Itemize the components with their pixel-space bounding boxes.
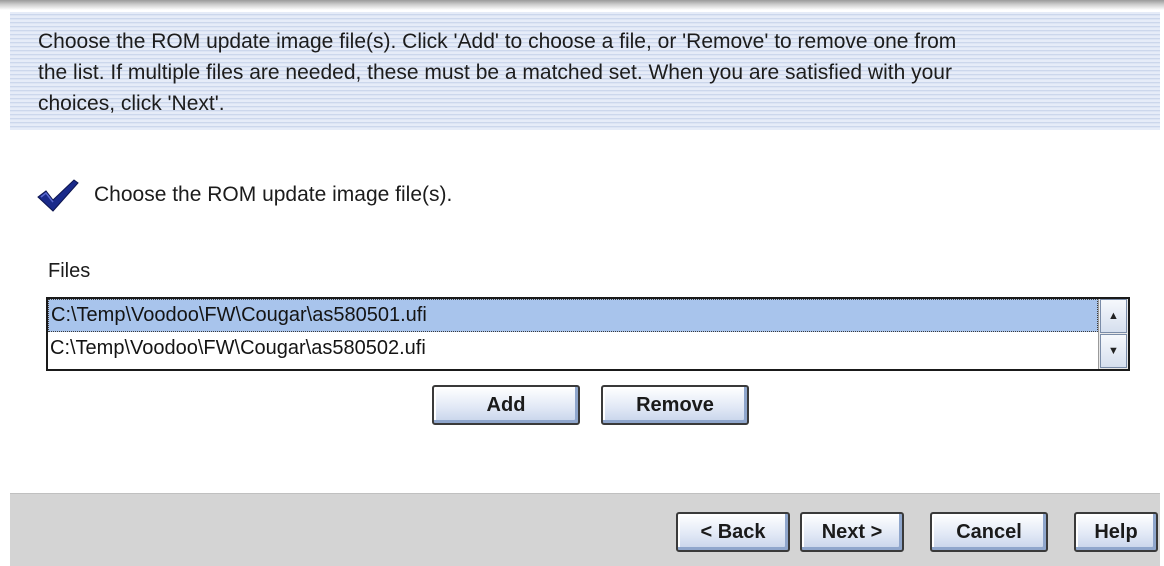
instructions-line-3: choices, click 'Next'. bbox=[38, 92, 225, 115]
step-label: Choose the ROM update image file(s). bbox=[94, 183, 453, 206]
remove-button[interactable]: Remove bbox=[601, 385, 749, 425]
instructions-line-1: Choose the ROM update image file(s). Cli… bbox=[38, 30, 957, 53]
file-list-item[interactable]: C:\Temp\Voodoo\FW\Cougar\as580501.ufi bbox=[48, 299, 1098, 332]
back-button[interactable]: < Back bbox=[676, 512, 790, 552]
scroll-down-button[interactable]: ▼ bbox=[1100, 334, 1127, 368]
next-button[interactable]: Next > bbox=[800, 512, 904, 552]
step-row: Choose the ROM update image file(s). bbox=[36, 175, 452, 215]
file-list[interactable]: C:\Temp\Voodoo\FW\Cougar\as580501.ufi C:… bbox=[46, 297, 1130, 371]
instructions-panel: Choose the ROM update image file(s). Cli… bbox=[10, 12, 1160, 130]
files-label: Files bbox=[48, 260, 91, 282]
cancel-button[interactable]: Cancel bbox=[930, 512, 1048, 552]
file-list-scrollbar[interactable]: ▲ ▼ bbox=[1098, 299, 1128, 369]
add-button[interactable]: Add bbox=[432, 385, 580, 425]
arrow-up-icon: ▲ bbox=[1108, 310, 1119, 322]
checkmark-icon bbox=[36, 177, 80, 213]
file-list-item[interactable]: C:\Temp\Voodoo\FW\Cougar\as580502.ufi bbox=[48, 332, 1098, 365]
arrow-down-icon: ▼ bbox=[1108, 345, 1119, 357]
help-button[interactable]: Help bbox=[1074, 512, 1158, 552]
instructions-line-2: the list. If multiple files are needed, … bbox=[38, 61, 952, 84]
scroll-up-button[interactable]: ▲ bbox=[1100, 299, 1127, 333]
window-top-border bbox=[0, 0, 1164, 10]
file-list-rows: C:\Temp\Voodoo\FW\Cougar\as580501.ufi C:… bbox=[48, 299, 1098, 369]
